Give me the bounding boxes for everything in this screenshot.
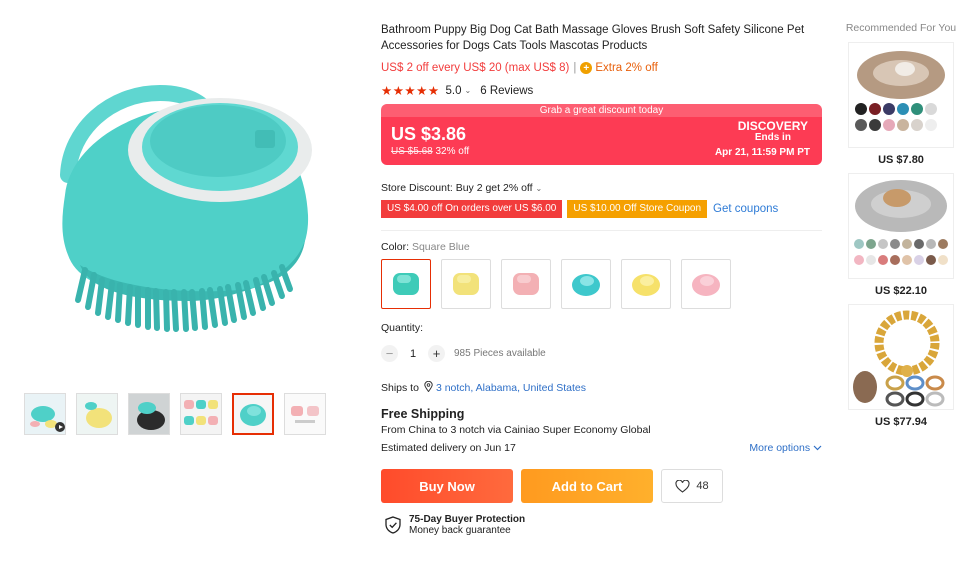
thumbnail-color-grid[interactable] bbox=[180, 393, 222, 435]
coin-icon: + bbox=[580, 62, 593, 74]
chevron-down-icon[interactable]: ⌄ bbox=[465, 86, 472, 95]
shipping-route: From China to 3 notch via Cainiao Super … bbox=[381, 424, 651, 436]
chevron-down-icon: ⌄ bbox=[535, 184, 543, 193]
color-swatches bbox=[381, 259, 826, 309]
chevron-down-icon bbox=[813, 445, 822, 451]
store-discount-text: Store Discount: Buy 2 get 2% off bbox=[381, 182, 533, 194]
rating-score[interactable]: 5.0 bbox=[446, 85, 462, 97]
add-to-cart-button[interactable]: Add to Cart bbox=[521, 469, 653, 503]
swatch-round-blue[interactable] bbox=[561, 259, 611, 309]
thumbnail-dog-bath[interactable] bbox=[128, 393, 170, 435]
color-label: Color: Square Blue bbox=[381, 241, 826, 253]
recommended-image-gold-collar[interactable] bbox=[848, 304, 954, 410]
action-buttons: Buy Now Add to Cart 48 bbox=[381, 469, 826, 503]
recommended-item[interactable]: US $77.94 bbox=[845, 304, 957, 428]
recommended-price: US $7.80 bbox=[878, 154, 924, 166]
thumbnail-video[interactable] bbox=[24, 393, 66, 435]
quantity-decrease-button[interactable]: − bbox=[381, 345, 398, 362]
product-title: Bathroom Puppy Big Dog Cat Bath Massage … bbox=[381, 24, 805, 52]
promo-separator: | bbox=[573, 62, 577, 74]
store-discount[interactable]: Store Discount: Buy 2 get 2% off ⌄ bbox=[381, 182, 826, 194]
more-options-link[interactable]: More options bbox=[749, 442, 822, 454]
thumbnail-yellow[interactable] bbox=[76, 393, 118, 435]
deal-banner: Grab a great discount today US $3.86 US … bbox=[381, 104, 822, 165]
original-price: US $5.68 bbox=[391, 146, 433, 157]
product-info: Bathroom Puppy Big Dog Cat Bath Massage … bbox=[381, 22, 826, 536]
main-product-image[interactable] bbox=[40, 75, 330, 345]
ships-to-label: Ships to bbox=[381, 382, 419, 394]
promo-row: US$ 2 off every US$ 20 (max US$ 8) | + E… bbox=[381, 62, 826, 74]
event-name: DISCOVERY bbox=[737, 119, 808, 133]
thumbnail-blue-brush[interactable] bbox=[232, 393, 274, 435]
delivery-row: Estimated delivery on Jun 17 More option… bbox=[381, 442, 822, 454]
color-label-text: Color: bbox=[381, 241, 410, 253]
event-end-date: Apr 21, 11:59 PM PT bbox=[714, 147, 810, 158]
coupon-store[interactable]: US $10.00 Off Store Coupon bbox=[567, 200, 708, 218]
promo-text: US$ 2 off every US$ 20 (max US$ 8) bbox=[381, 62, 570, 74]
recommended-item[interactable]: US $7.80 bbox=[845, 42, 957, 166]
recommended-panel: Recommended For You US $7.80 US $22.10 U… bbox=[845, 22, 957, 428]
deal-headline: Grab a great discount today bbox=[381, 104, 822, 117]
coupon-row: US $4.00 off On orders over US $6.00 US … bbox=[381, 200, 826, 218]
recommended-image-fluffy-bed[interactable] bbox=[848, 173, 954, 279]
quantity-label: Quantity: bbox=[381, 322, 424, 334]
location-pin-icon bbox=[424, 380, 433, 395]
quantity-value[interactable]: 1 bbox=[398, 348, 428, 360]
rating-row: ★★★★★ 5.0 ⌄ 6 Reviews bbox=[381, 83, 826, 98]
thumbnail-white[interactable] bbox=[284, 393, 326, 435]
recommended-title: Recommended For You bbox=[845, 22, 957, 34]
quantity-increase-button[interactable]: + bbox=[428, 345, 445, 362]
event-label: DISCOVERY Ends in bbox=[737, 119, 808, 143]
extra-discount[interactable]: Extra 2% off bbox=[595, 62, 657, 74]
wishlist-button[interactable]: 48 bbox=[661, 469, 723, 503]
ships-to-location[interactable]: 3 notch, Alabama, United States bbox=[436, 382, 586, 394]
protection-title: 75-Day Buyer Protection bbox=[409, 514, 526, 525]
play-icon bbox=[55, 422, 65, 432]
swatch-round-yellow[interactable] bbox=[621, 259, 671, 309]
swatch-square-yellow[interactable] bbox=[441, 259, 491, 309]
swatch-round-pink[interactable] bbox=[681, 259, 731, 309]
recommended-image-round-bed[interactable] bbox=[848, 42, 954, 148]
event-ends-label: Ends in bbox=[754, 132, 791, 143]
more-options-label: More options bbox=[749, 442, 811, 454]
coupon-order[interactable]: US $4.00 off On orders over US $6.00 bbox=[381, 200, 563, 218]
get-coupons-link[interactable]: Get coupons bbox=[713, 203, 778, 215]
divider bbox=[381, 230, 822, 231]
recommended-price: US $77.94 bbox=[875, 416, 927, 428]
protection-subtitle: Money back guarantee bbox=[409, 525, 511, 536]
thumbnail-strip bbox=[24, 393, 326, 435]
swatch-square-pink[interactable] bbox=[501, 259, 551, 309]
reviews-link[interactable]: 6 Reviews bbox=[480, 85, 533, 97]
rating-stars: ★★★★★ bbox=[381, 84, 440, 98]
swatch-square-blue[interactable] bbox=[381, 259, 431, 309]
free-shipping: Free Shipping bbox=[381, 407, 465, 421]
heart-icon bbox=[675, 479, 690, 493]
stock-available: 985 Pieces available bbox=[454, 348, 546, 359]
color-value: Square Blue bbox=[411, 241, 470, 253]
delivery-estimate: Estimated delivery on Jun 17 bbox=[381, 442, 516, 454]
recommended-item[interactable]: US $22.10 bbox=[845, 173, 957, 297]
sale-price: US $3.86 bbox=[391, 124, 467, 144]
discount-percent: 32% off bbox=[435, 146, 470, 157]
buy-now-button[interactable]: Buy Now bbox=[381, 469, 513, 503]
ships-to-row: Ships to 3 notch, Alabama, United States bbox=[381, 380, 826, 395]
quantity-stepper: − 1 + 985 Pieces available bbox=[381, 345, 826, 362]
old-price-row: US $5.68 32% off bbox=[391, 146, 469, 157]
buyer-protection: 75-Day Buyer Protection Money back guara… bbox=[381, 514, 826, 536]
shield-check-icon bbox=[385, 516, 401, 534]
recommended-price: US $22.10 bbox=[875, 285, 927, 297]
wishlist-count: 48 bbox=[696, 480, 709, 492]
